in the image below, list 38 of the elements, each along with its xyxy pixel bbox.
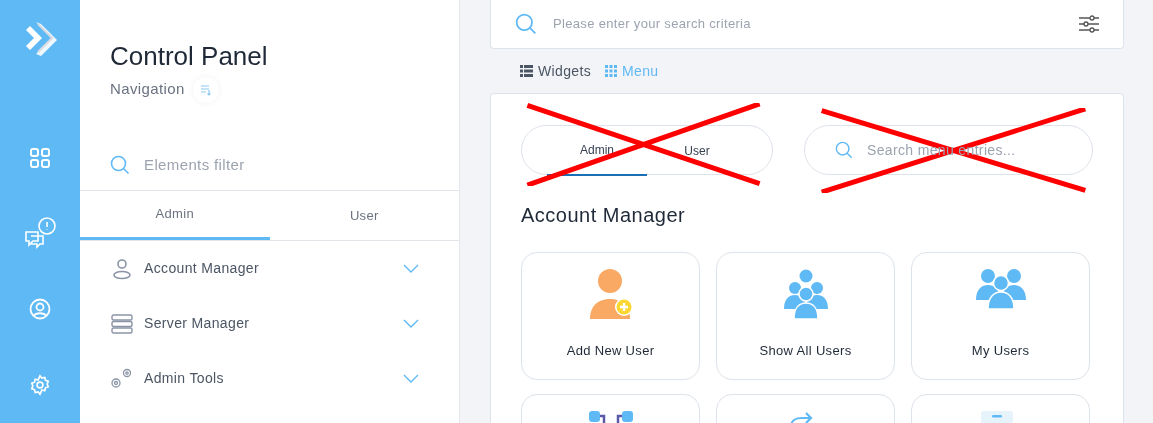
users-icon (783, 269, 828, 319)
tile-label: Show All Users (759, 341, 852, 360)
filter-settings-icon[interactable] (1079, 15, 1099, 33)
panel-title: Control Panel (110, 40, 269, 73)
filter-field[interactable]: Elements filter (80, 140, 459, 191)
user-icon (110, 257, 134, 280)
tab[interactable]: Admin (80, 191, 270, 240)
server-icon (110, 313, 134, 334)
menu-tile[interactable]: Show All Users (716, 252, 895, 380)
search-icon (515, 13, 537, 35)
search-field[interactable]: Please enter your search criteria (490, 0, 1124, 49)
grid-icon (605, 65, 618, 77)
gears-icon (110, 366, 134, 391)
nav-item[interactable]: Admin Tools (80, 351, 459, 406)
nav-item[interactable]: Account Manager (80, 241, 459, 296)
panel-subtitle: Navigation (110, 79, 185, 100)
user-circle-icon[interactable] (29, 298, 51, 321)
tile-label: My Users (971, 341, 1030, 360)
tab[interactable]: User (647, 126, 747, 176)
users-icon (975, 269, 1026, 309)
filter-input[interactable]: Elements filter (144, 153, 394, 177)
settings-icon[interactable] (29, 374, 51, 397)
chat-alert-icon[interactable] (22, 215, 58, 252)
menu-tile[interactable]: Add New User (521, 252, 700, 380)
section-title: Account Manager (521, 203, 687, 228)
view-toggle[interactable]: Widgets (520, 60, 592, 82)
tab[interactable]: User (269, 191, 459, 240)
menu-tile[interactable]: My Users (911, 252, 1090, 380)
nav-item[interactable]: Server Manager (80, 296, 459, 351)
grid-icon[interactable] (29, 146, 51, 169)
tab[interactable]: Admin (547, 126, 647, 176)
search-icon (110, 155, 130, 175)
search-icon (835, 141, 853, 159)
search-input[interactable]: Please enter your search criteria (553, 14, 1063, 34)
sort-button[interactable] (192, 76, 219, 103)
list-icon (520, 65, 533, 77)
tile-label: Add New User (566, 341, 655, 360)
sort-icon (199, 83, 212, 96)
